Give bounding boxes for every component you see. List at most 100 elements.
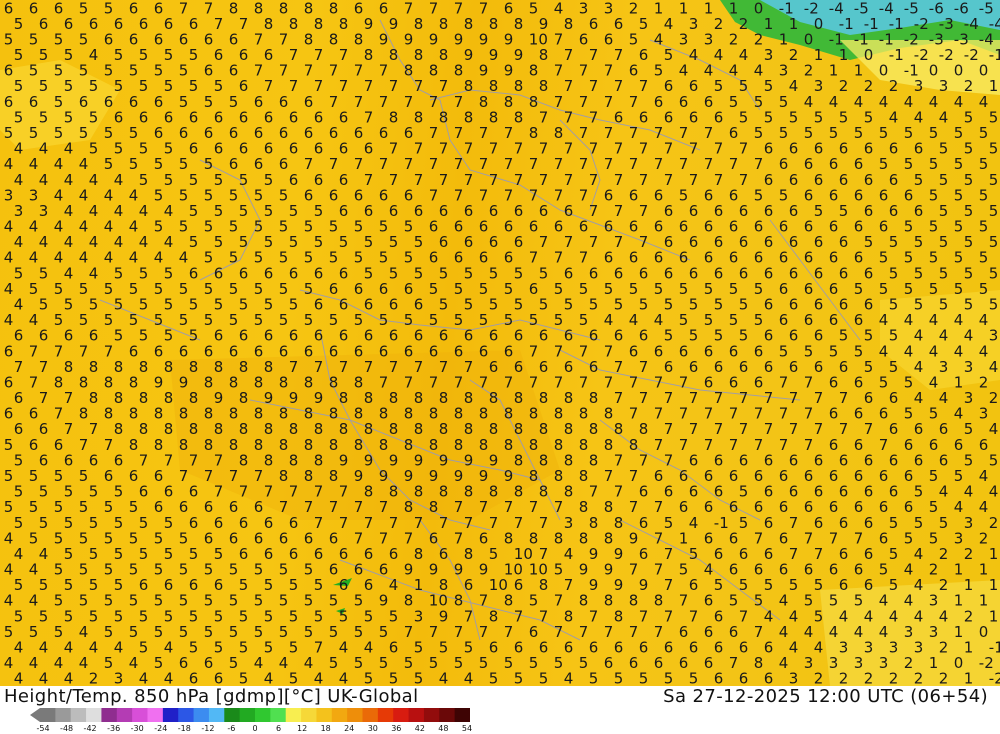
temp-value: 5 (89, 77, 99, 95)
temp-value: 7 (689, 389, 699, 407)
temp-value: 5 (929, 529, 939, 547)
temp-value: 6 (604, 249, 614, 267)
temp-value: 5 (954, 218, 964, 236)
temp-value: 5 (329, 311, 339, 329)
temp-value: 4 (54, 654, 64, 672)
temp-value: 7 (539, 514, 549, 532)
temp-value: 6 (514, 327, 524, 345)
temp-value: 5 (254, 311, 264, 329)
temp-value: 7 (454, 373, 464, 391)
temp-value: 6 (154, 30, 164, 48)
temp-value: 5 (304, 311, 314, 329)
temp-value: 4 (364, 639, 374, 657)
temp-value: 5 (414, 233, 424, 251)
temp-value: 6 (289, 327, 299, 345)
temp-value: 6 (614, 15, 624, 33)
temp-value: 6 (914, 140, 924, 158)
temp-value: 7 (354, 498, 364, 516)
temp-value: 8 (429, 436, 439, 454)
temp-value: 5 (164, 607, 174, 625)
temp-value: -1 (714, 514, 729, 532)
temp-value: 7 (329, 155, 339, 173)
temp-value: 7 (814, 389, 824, 407)
temp-value: 6 (639, 545, 649, 563)
temp-value: 6 (754, 342, 764, 360)
temp-value: 5 (954, 249, 964, 267)
temp-value: 6 (864, 296, 874, 314)
temp-value: 3 (954, 529, 964, 547)
temp-value: 5 (214, 639, 224, 657)
temp-value: 5 (114, 545, 124, 563)
temp-value: 6 (814, 171, 824, 189)
temp-value: 7 (379, 373, 389, 391)
temp-value: 8 (389, 46, 399, 64)
temp-value: 8 (254, 0, 264, 17)
temp-value: 5 (139, 514, 149, 532)
temp-value: 5 (179, 186, 189, 204)
temp-value: 5 (739, 77, 749, 95)
temp-value: 6 (839, 358, 849, 376)
temp-value: 7 (604, 93, 614, 111)
temp-value: 5 (229, 311, 239, 329)
temp-value: 7 (279, 498, 289, 516)
temp-value: 5 (64, 514, 74, 532)
temp-value: 8 (279, 436, 289, 454)
temp-value: 6 (579, 30, 589, 48)
temp-value: 7 (539, 108, 549, 126)
temp-value: 5 (679, 186, 689, 204)
temp-value: 9 (479, 467, 489, 485)
temp-value: 8 (504, 529, 514, 547)
temp-value: 6 (214, 108, 224, 126)
temp-value: 8 (464, 545, 474, 563)
temp-value: 5 (879, 280, 889, 298)
temp-value: 5 (679, 280, 689, 298)
temp-value: 6 (379, 186, 389, 204)
temp-value: 6 (254, 342, 264, 360)
temp-value: 3 (979, 405, 989, 423)
temp-value: 8 (454, 62, 464, 80)
temp-value: 3 (114, 670, 124, 686)
temp-value: 7 (664, 451, 674, 469)
temp-value: 7 (29, 373, 39, 391)
temp-value: 5 (839, 202, 849, 220)
temp-value: -2 (964, 46, 979, 64)
temp-value: 7 (604, 373, 614, 391)
temp-value: 6 (689, 77, 699, 95)
temp-value: 7 (254, 467, 264, 485)
temp-value: 5 (54, 623, 64, 641)
temp-value: 9 (454, 561, 464, 579)
temp-value: 6 (464, 233, 474, 251)
temp-value: 4 (14, 296, 24, 314)
temp-value: 5 (339, 607, 349, 625)
temp-value: 5 (689, 327, 699, 345)
temp-value: 6 (589, 639, 599, 657)
temp-value: 4 (604, 311, 614, 329)
temp-value: 5 (889, 233, 899, 251)
temp-value: 6 (739, 264, 749, 282)
temp-value: 5 (879, 124, 889, 142)
temp-value: 7 (614, 140, 624, 158)
temp-value: 8 (254, 373, 264, 391)
temp-value: 7 (529, 373, 539, 391)
temp-value: 5 (114, 514, 124, 532)
temp-value: 7 (679, 124, 689, 142)
temp-value: 7 (654, 623, 664, 641)
temp-value: 4 (64, 233, 74, 251)
temp-value: 7 (754, 405, 764, 423)
temp-value: 6 (754, 249, 764, 267)
temp-value: 8 (104, 373, 114, 391)
temp-value: 5 (204, 249, 214, 267)
colorbar-tick-label: -48 (60, 724, 74, 733)
colorbar (30, 708, 470, 722)
temp-value: 8 (579, 498, 589, 516)
temp-value: 2 (989, 514, 999, 532)
temp-value: 5 (204, 155, 214, 173)
temp-value: 8 (79, 373, 89, 391)
temp-value: 4 (939, 389, 949, 407)
temp-value: 2 (964, 545, 974, 563)
temp-value: 7 (589, 607, 599, 625)
temp-value: 8 (504, 405, 514, 423)
temp-value: 5 (864, 233, 874, 251)
temp-value: 6 (129, 30, 139, 48)
temp-value: 6 (229, 498, 239, 516)
